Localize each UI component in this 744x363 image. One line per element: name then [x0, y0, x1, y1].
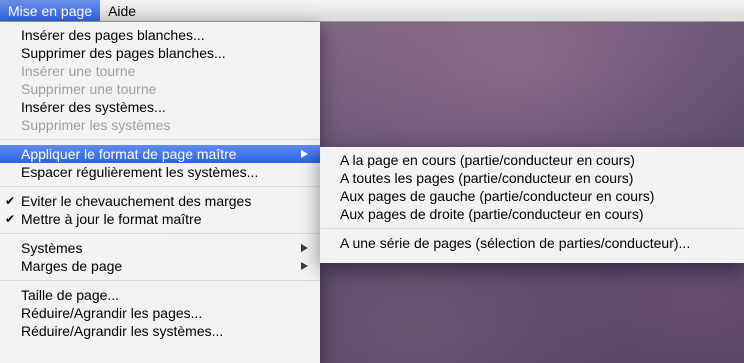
menu-item-page-size[interactable]: Taille de page...	[0, 286, 320, 304]
submenu-arrow-icon	[301, 262, 308, 270]
menu-item-systems[interactable]: Systèmes	[0, 239, 320, 257]
submenu-arrow-icon	[301, 244, 308, 252]
menu-item-insert-turn: Insérer une tourne	[21, 63, 136, 79]
submenu-item-page-range[interactable]: A une série de pages (sélection de parti…	[320, 234, 744, 252]
submenu-arrow-icon	[301, 150, 308, 158]
mise-en-page-menu: Insérer des pages blanches... Supprimer …	[0, 22, 320, 363]
menu-separator	[0, 275, 320, 286]
apply-master-format-submenu: A la page en cours (partie/conducteur en…	[320, 147, 744, 263]
menu-item-delete-turn: Supprimer une tourne	[21, 81, 157, 97]
menu-item-label: Appliquer le format de page maître	[21, 146, 237, 162]
menu-item-update-master-format[interactable]: ✔ Mettre à jour le format maître	[0, 210, 320, 228]
menu-item-delete-blank-pages[interactable]: Supprimer des pages blanches...	[0, 44, 320, 62]
menu-separator	[0, 134, 320, 145]
menu-item-space-systems-evenly[interactable]: Espacer régulièrement les systèmes...	[0, 163, 320, 181]
checkmark-icon: ✔	[5, 212, 16, 226]
menu-item-apply-master-page-format[interactable]: Appliquer le format de page maître	[0, 145, 320, 163]
menu-separator	[0, 181, 320, 192]
menu-item-page-margins[interactable]: Marges de page	[0, 257, 320, 275]
menu-item-insert-blank-pages[interactable]: Insérer des pages blanches...	[0, 26, 320, 44]
menu-separator	[0, 228, 320, 239]
submenu-item-current-page[interactable]: A la page en cours (partie/conducteur en…	[320, 151, 744, 169]
menu-item-avoid-margin-overlap[interactable]: ✔ Eviter le chevauchement des marges	[0, 192, 320, 210]
menu-item-label: Marges de page	[21, 258, 123, 274]
submenu-item-left-pages[interactable]: Aux pages de gauche (partie/conducteur e…	[320, 187, 744, 205]
menu-bar: Mise en page Aide	[0, 0, 744, 22]
menu-item-label: Mettre à jour le format maître	[21, 211, 202, 227]
menu-item-resize-pages[interactable]: Réduire/Agrandir les pages...	[0, 304, 320, 322]
menu-item-insert-systems[interactable]: Insérer des systèmes...	[0, 98, 320, 116]
checkmark-icon: ✔	[5, 194, 16, 208]
submenu-separator	[320, 223, 744, 234]
menu-item-label: Systèmes	[21, 240, 83, 256]
submenu-item-all-pages[interactable]: A toutes les pages (partie/conducteur en…	[320, 169, 744, 187]
menubar-item-mise-en-page[interactable]: Mise en page	[0, 0, 101, 21]
menu-item-resize-systems[interactable]: Réduire/Agrandir les systèmes...	[0, 322, 320, 340]
menubar-item-aide[interactable]: Aide	[100, 0, 144, 21]
submenu-item-right-pages[interactable]: Aux pages de droite (partie/conducteur e…	[320, 205, 744, 223]
menu-item-delete-systems: Supprimer les systèmes	[21, 117, 171, 133]
menu-item-label: Eviter le chevauchement des marges	[21, 193, 252, 209]
